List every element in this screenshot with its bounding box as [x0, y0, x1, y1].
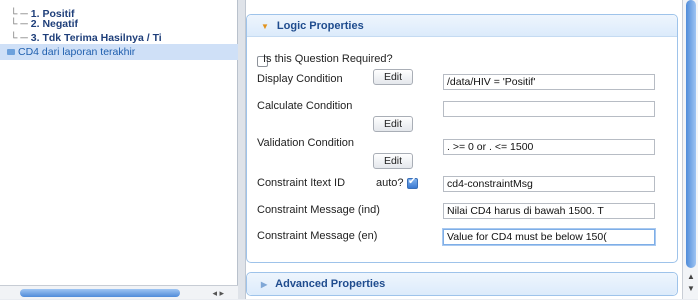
- tree-item-cd4-selected[interactable]: CD4 dari laporan terakhir: [0, 44, 238, 60]
- panel-splitter[interactable]: [238, 0, 246, 299]
- advanced-properties-section: ▶ Advanced Properties: [246, 272, 678, 296]
- display-condition-input[interactable]: /data/HIV = 'Positif': [443, 74, 655, 90]
- logic-properties-title: Logic Properties: [276, 20, 364, 32]
- calculate-condition-label: Calculate Condition: [257, 100, 353, 112]
- scrollbar-thumb[interactable]: [686, 0, 696, 268]
- expanded-arrow-icon: ▼: [261, 22, 269, 31]
- validation-condition-input[interactable]: . >= 0 or . <= 1500: [443, 139, 655, 155]
- advanced-properties-title: Advanced Properties: [275, 278, 386, 290]
- constraint-message-ind-label: Constraint Message (ind): [257, 204, 380, 216]
- calculate-condition-input[interactable]: [443, 101, 655, 117]
- validation-condition-edit-button[interactable]: Edit: [373, 153, 413, 169]
- tree-connector: └ ─: [10, 18, 28, 30]
- auto-checkbox[interactable]: [407, 176, 418, 189]
- collapsed-arrow-icon: ▶: [261, 280, 268, 289]
- scroll-up-icon[interactable]: ▲: [683, 272, 698, 282]
- advanced-properties-header[interactable]: ▶ Advanced Properties: [247, 273, 677, 295]
- calculate-condition-edit-button[interactable]: Edit: [373, 116, 413, 132]
- scroll-down-icon[interactable]: ▼: [683, 284, 698, 294]
- required-label: Is this Question Required?: [263, 53, 393, 65]
- tree-connector: └ ─: [10, 32, 28, 44]
- tree-horizontal-scrollbar[interactable]: ◂ ▸: [0, 285, 238, 299]
- constraint-message-en-label: Constraint Message (en): [257, 230, 378, 242]
- constraint-message-ind-input[interactable]: Nilai CD4 harus di bawah 1500. T: [443, 203, 655, 219]
- properties-panel: ▼ Logic Properties Is this Question Requi…: [246, 0, 682, 299]
- constraint-message-en-input[interactable]: Value for CD4 must be below 150(: [443, 229, 655, 245]
- question-tree-panel: └ ─ 1. Positif └ ─ 2. Negatif └ ─ 3. Tdk Te…: [0, 0, 238, 299]
- constraint-itext-input[interactable]: cd4-constraintMsg: [443, 176, 655, 192]
- scroll-arrows-icon[interactable]: ◂ ▸: [212, 286, 224, 300]
- constraint-itext-label: Constraint Itext ID: [257, 177, 346, 189]
- logic-properties-section: ▼ Logic Properties Is this Question Requi…: [246, 14, 678, 263]
- tree-item-label: 3. Tdk Terima Hasilnya / Ti: [30, 32, 162, 44]
- tree-item-label: CD4 dari laporan terakhir: [18, 46, 136, 58]
- validation-condition-label: Validation Condition: [257, 137, 355, 149]
- display-condition-edit-button[interactable]: Edit: [373, 69, 413, 85]
- question-node-icon: [7, 48, 15, 55]
- auto-label: auto?: [376, 177, 404, 189]
- logic-properties-header[interactable]: ▼ Logic Properties: [247, 15, 677, 37]
- display-condition-label: Display Condition: [257, 73, 343, 85]
- properties-vertical-scrollbar[interactable]: ▲ ▼: [682, 0, 698, 299]
- tree-item-label: 2. Negatif: [30, 18, 79, 30]
- scrollbar-thumb[interactable]: [20, 289, 180, 297]
